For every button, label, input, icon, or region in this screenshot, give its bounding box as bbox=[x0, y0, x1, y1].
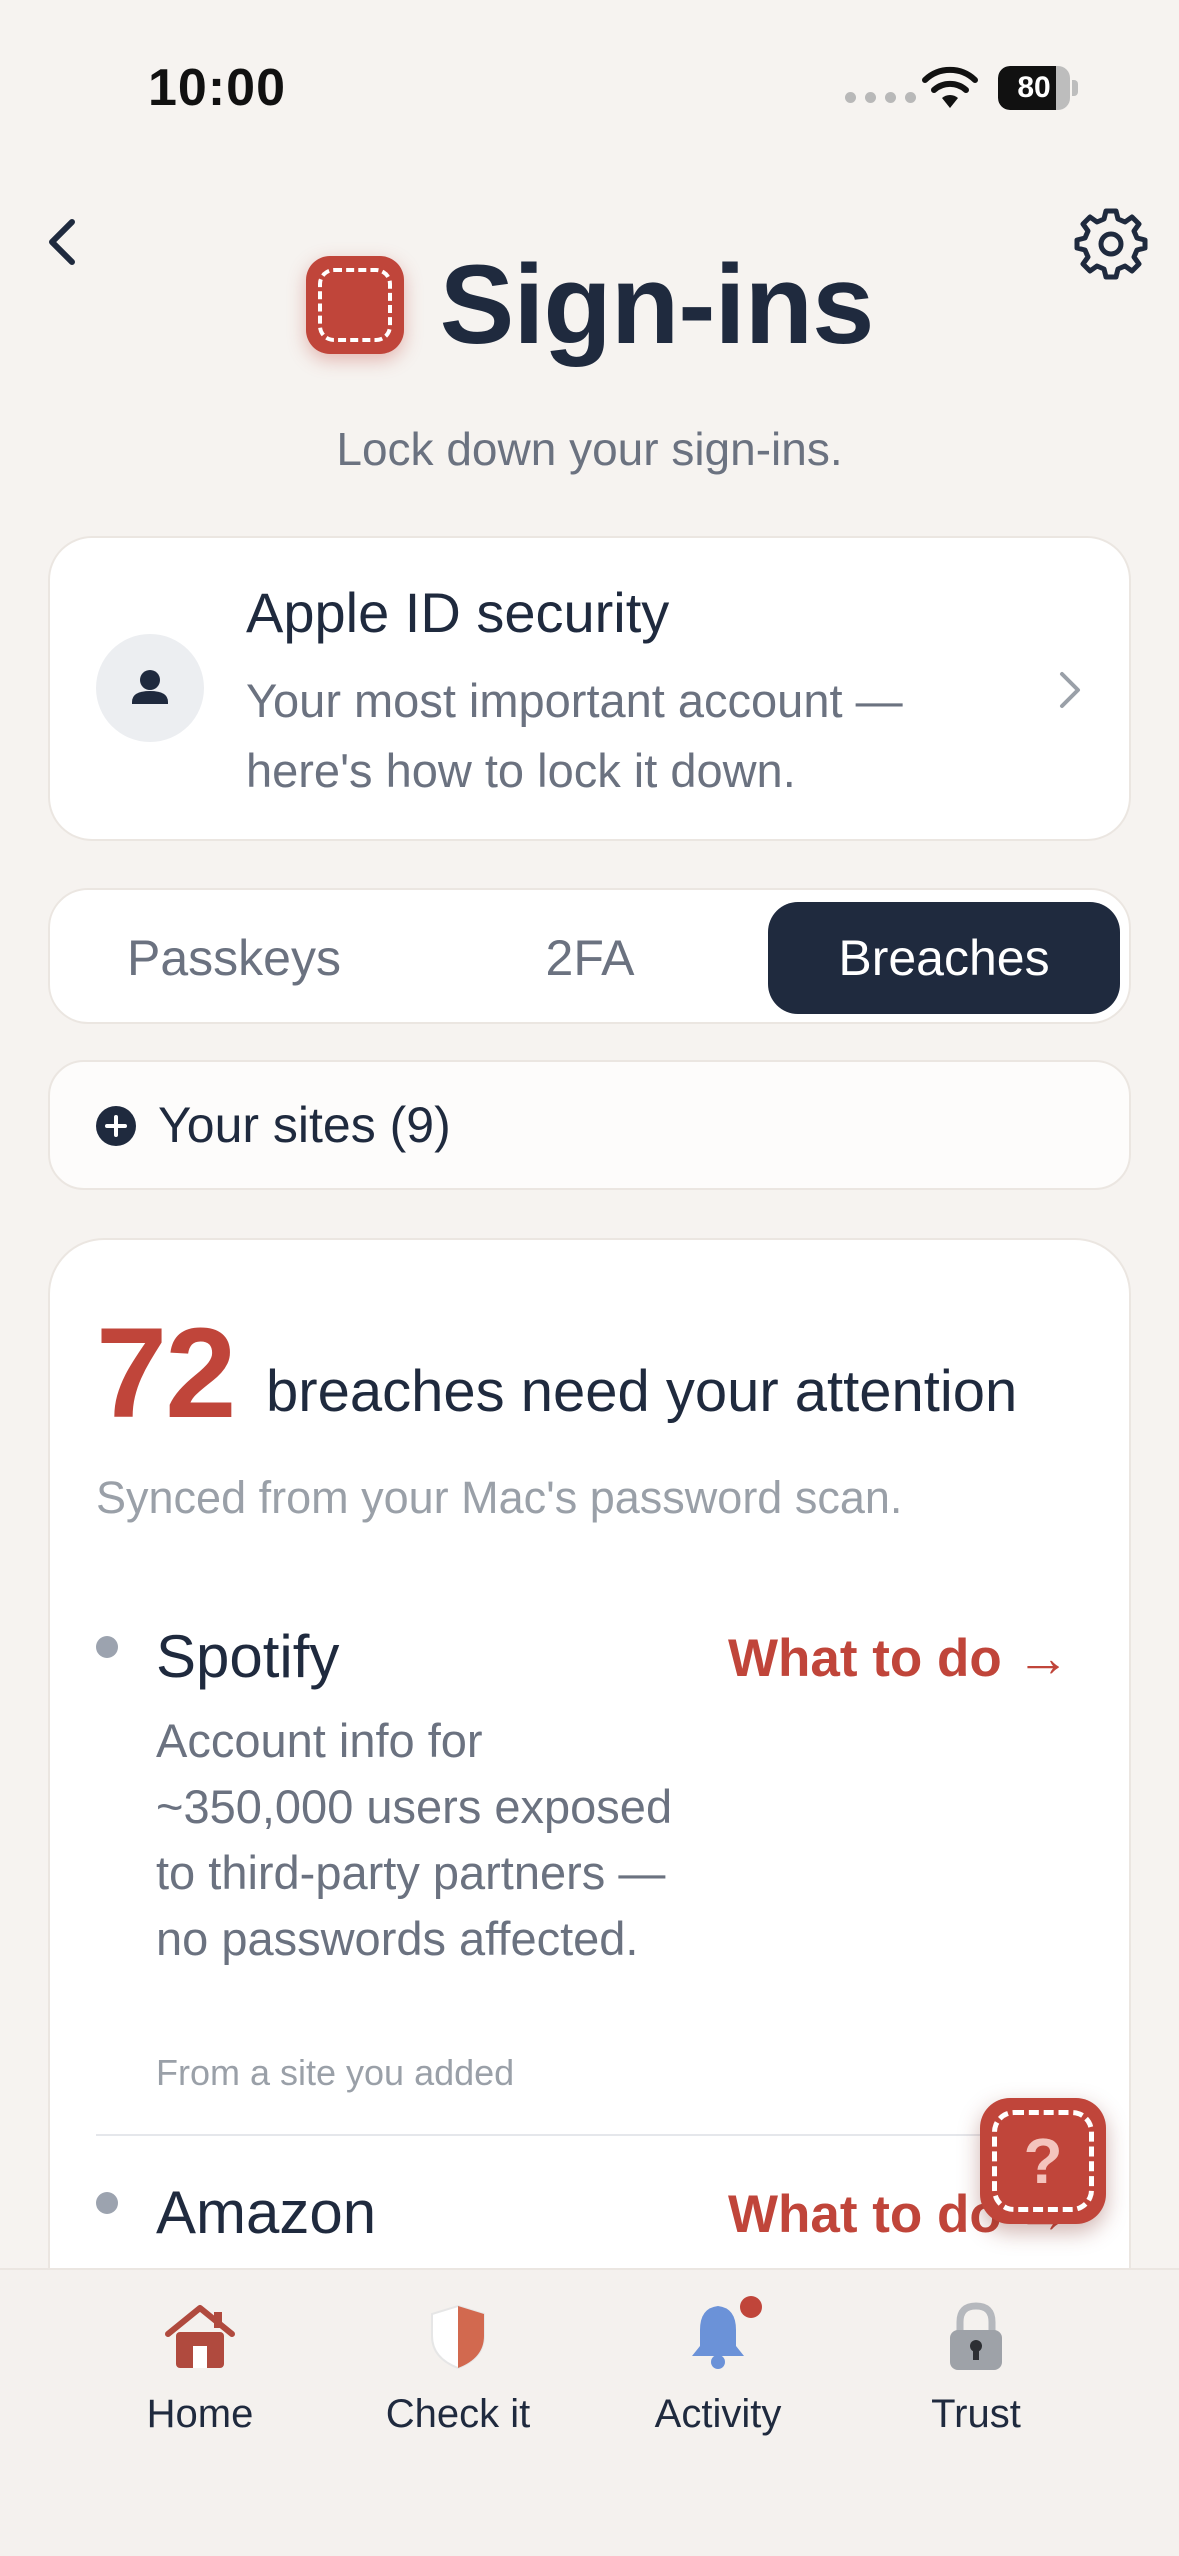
breach-count: 72 bbox=[96, 1302, 236, 1445]
notification-badge bbox=[740, 2296, 762, 2318]
tab-label: Check it bbox=[385, 2392, 531, 2436]
list-bullet bbox=[96, 1636, 118, 1658]
apple-id-description: Your most important account — here's how… bbox=[246, 674, 903, 797]
sign-ins-badge-icon bbox=[305, 255, 404, 354]
apple-id-title: Apple ID security bbox=[246, 581, 670, 644]
your-sites-label: Your sites (9) bbox=[158, 1097, 451, 1153]
battery-level: 80 bbox=[1017, 71, 1051, 104]
tab-label: Trust bbox=[931, 2392, 1021, 2436]
person-icon bbox=[96, 634, 204, 742]
divider bbox=[96, 2134, 1083, 2136]
shield-icon bbox=[431, 2304, 485, 2370]
segment-breaches[interactable]: Breaches bbox=[768, 902, 1120, 1014]
tab-label: Home bbox=[146, 2392, 254, 2436]
status-time: 10:00 bbox=[148, 59, 286, 117]
what-to-do-link[interactable]: What to do → bbox=[728, 1628, 1069, 1689]
breach-item-name: Spotify bbox=[156, 1623, 340, 1690]
title-row: Sign-ins bbox=[0, 240, 1179, 369]
list-bullet bbox=[96, 2192, 118, 2214]
lock-icon bbox=[950, 2302, 1002, 2370]
page-subtitle: Lock down your sign-ins. bbox=[336, 423, 843, 475]
question-mark-icon: ? bbox=[1023, 2125, 1063, 2197]
breach-item-description: Account info for ~350,000 users exposed … bbox=[156, 1714, 673, 1965]
battery-icon: 80 bbox=[998, 66, 1078, 110]
breach-subtitle: Synced from your Mac's password scan. bbox=[96, 1472, 903, 1523]
cellular-signal-icon bbox=[845, 92, 916, 103]
tab-trust[interactable]: Trust bbox=[846, 2296, 1106, 2466]
chevron-right-icon bbox=[1060, 672, 1080, 708]
tab-activity[interactable]: Activity bbox=[588, 2296, 848, 2466]
breach-item-source: From a site you added bbox=[156, 2052, 515, 2093]
help-button[interactable]: ? bbox=[980, 2098, 1106, 2224]
tab-home[interactable]: Home bbox=[70, 2296, 330, 2466]
page-title: Sign-ins bbox=[439, 242, 875, 367]
breach-headline: breaches need your attention bbox=[266, 1359, 1018, 1424]
home-icon bbox=[165, 2305, 235, 2368]
segment-2fa[interactable]: 2FA bbox=[418, 902, 762, 1014]
breach-item-name: Amazon bbox=[156, 2179, 377, 2246]
plus-icon bbox=[96, 1106, 136, 1146]
wifi-icon bbox=[922, 66, 978, 108]
segment-passkeys[interactable]: Passkeys bbox=[62, 902, 406, 1014]
segmented-control: Passkeys 2FA Breaches bbox=[48, 888, 1131, 1024]
tab-check-it[interactable]: Check it bbox=[328, 2296, 588, 2466]
tab-label: Activity bbox=[654, 2392, 782, 2436]
